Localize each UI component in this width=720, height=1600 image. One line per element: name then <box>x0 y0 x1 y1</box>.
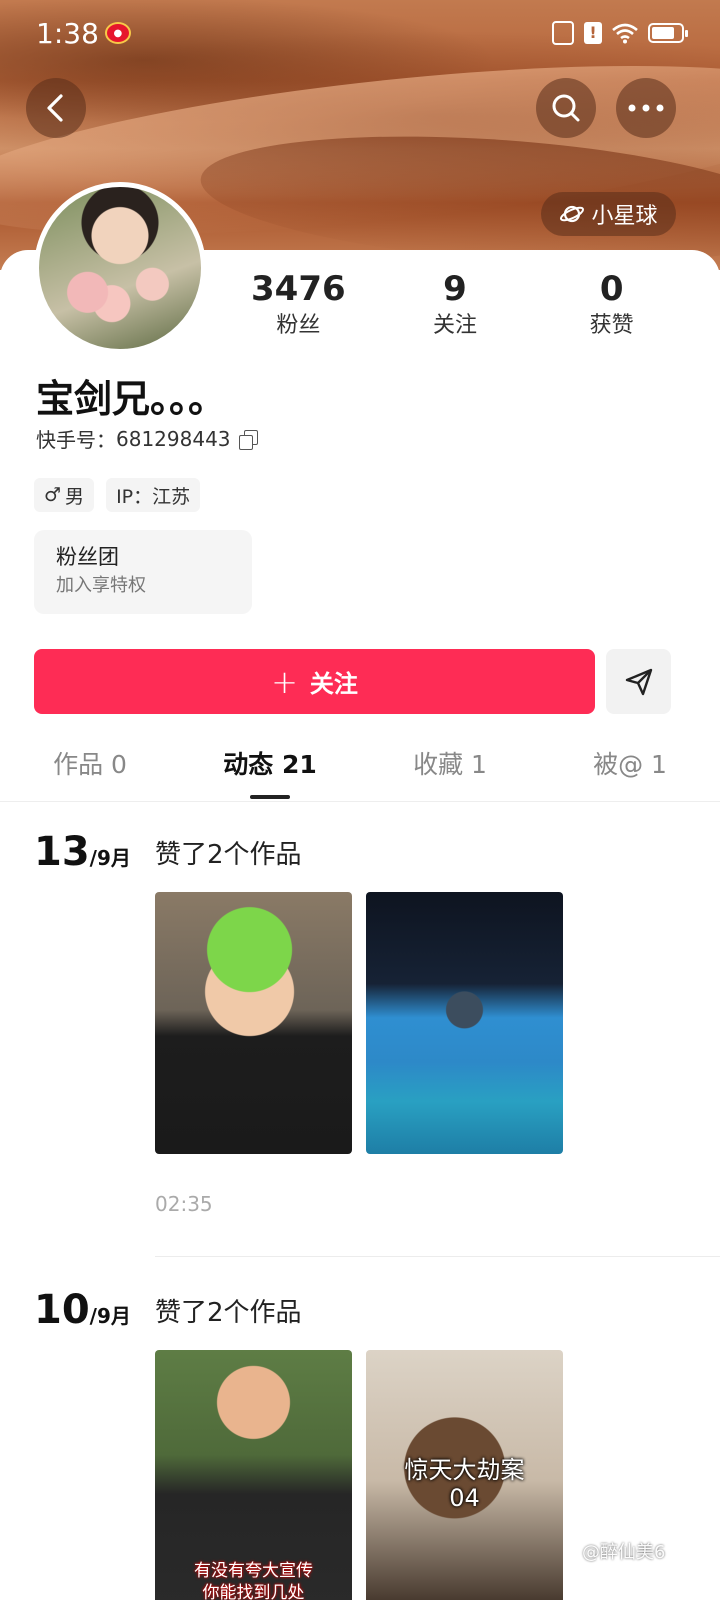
thumbnail-caption: 有没有夸大宣传 你能找到几处 <box>194 1561 313 1600</box>
stat-label: 粉丝 <box>276 313 321 338</box>
stat-value: 3476 <box>251 269 346 309</box>
divider <box>155 1256 720 1257</box>
stat-likes[interactable]: 0 获赞 <box>533 268 690 348</box>
plus-icon: + <box>271 662 298 701</box>
send-message-button[interactable] <box>606 649 671 714</box>
feed-day: 10 <box>34 1287 90 1333</box>
video-thumbnail[interactable] <box>155 892 352 1154</box>
send-icon <box>625 668 652 695</box>
stat-label: 关注 <box>433 313 478 338</box>
back-button[interactable] <box>26 78 86 138</box>
planet-label: 小星球 <box>591 204 658 229</box>
male-icon: ♂ <box>44 484 62 506</box>
planet-icon <box>560 205 585 223</box>
status-time: 1:38 <box>36 16 99 50</box>
feed-title: 赞了2个作品 <box>155 1298 302 1328</box>
watermark: @醉仙美6 <box>582 1538 665 1564</box>
user-id-row: 快手号： 681298443 <box>36 424 258 453</box>
stat-followers[interactable]: 3476 粉丝 <box>220 268 377 348</box>
feed-title: 赞了2个作品 <box>155 840 302 870</box>
tab-mentions[interactable]: 被@ 1 <box>540 730 720 801</box>
gender-tag: ♂ 男 <box>34 478 95 512</box>
tag-text: 男 <box>65 485 85 508</box>
status-time-group: 1:38 ● <box>36 17 131 50</box>
feed-day: 13 <box>34 829 90 875</box>
feed-thumbnails <box>155 892 563 1154</box>
tag-text: IP：江苏 <box>116 485 191 508</box>
feed-thumbnails: 有没有夸大宣传 你能找到几处 惊天大劫案 04 <box>155 1350 563 1600</box>
feed-month: /9月 <box>89 1304 131 1328</box>
stat-label: 获赞 <box>589 313 634 338</box>
thumbnail-caption: 惊天大劫案 04 <box>404 1456 525 1512</box>
vibrate-icon <box>552 21 574 45</box>
user-id-label: 快手号： <box>36 428 116 452</box>
feed-time: 02:35 <box>155 1192 213 1216</box>
video-thumbnail[interactable]: 惊天大劫案 04 <box>366 1350 563 1600</box>
alert-icon: ! <box>584 22 602 44</box>
watermark-text: @醉仙美6 <box>582 1542 666 1563</box>
video-thumbnail[interactable] <box>366 892 563 1154</box>
feed-date: 10/9月 <box>34 1286 131 1340</box>
tab-favorites[interactable]: 收藏 1 <box>360 730 540 801</box>
weibo-notification-icon: ● <box>104 22 131 44</box>
profile-tabs: 作品 0 动态 21 收藏 1 被@ 1 <box>0 730 720 802</box>
more-button[interactable] <box>616 78 676 138</box>
battery-icon <box>648 23 688 43</box>
fan-club-card[interactable]: 粉丝团 加入享特权 <box>34 530 252 614</box>
profile-nickname: 宝剑兄。。。 <box>36 377 227 421</box>
follow-button[interactable]: + 关注 <box>34 649 595 714</box>
avatar[interactable] <box>34 182 206 354</box>
chevron-left-icon <box>47 94 63 122</box>
profile-tags: ♂ 男 IP：江苏 <box>34 478 201 512</box>
stat-value: 9 <box>443 269 467 309</box>
planet-button[interactable]: 小星球 <box>541 192 676 236</box>
copy-icon[interactable] <box>238 429 258 450</box>
tab-activity[interactable]: 动态 21 <box>180 730 360 801</box>
feed-date: 13/9月 <box>34 828 131 882</box>
profile-stats: 3476 粉丝 9 关注 0 获赞 <box>220 268 690 348</box>
feed-month: /9月 <box>89 846 131 870</box>
video-thumbnail[interactable]: 有没有夸大宣传 你能找到几处 <box>155 1350 352 1600</box>
status-bar: 1:38 ● ! <box>0 0 720 66</box>
tab-works[interactable]: 作品 0 <box>0 730 180 801</box>
wifi-icon <box>612 23 638 44</box>
stat-following[interactable]: 9 关注 <box>377 268 534 348</box>
search-button[interactable] <box>536 78 596 138</box>
follow-label: 关注 <box>309 670 358 698</box>
search-icon <box>552 94 580 122</box>
fan-club-title: 粉丝团 <box>56 545 119 569</box>
fan-club-subtitle: 加入享特权 <box>56 575 146 596</box>
stat-value: 0 <box>599 269 624 309</box>
ip-location-tag: IP：江苏 <box>106 478 201 512</box>
more-dots-icon <box>628 104 664 112</box>
status-icons: ! <box>552 21 688 45</box>
user-id-value: 681298443 <box>116 426 231 451</box>
